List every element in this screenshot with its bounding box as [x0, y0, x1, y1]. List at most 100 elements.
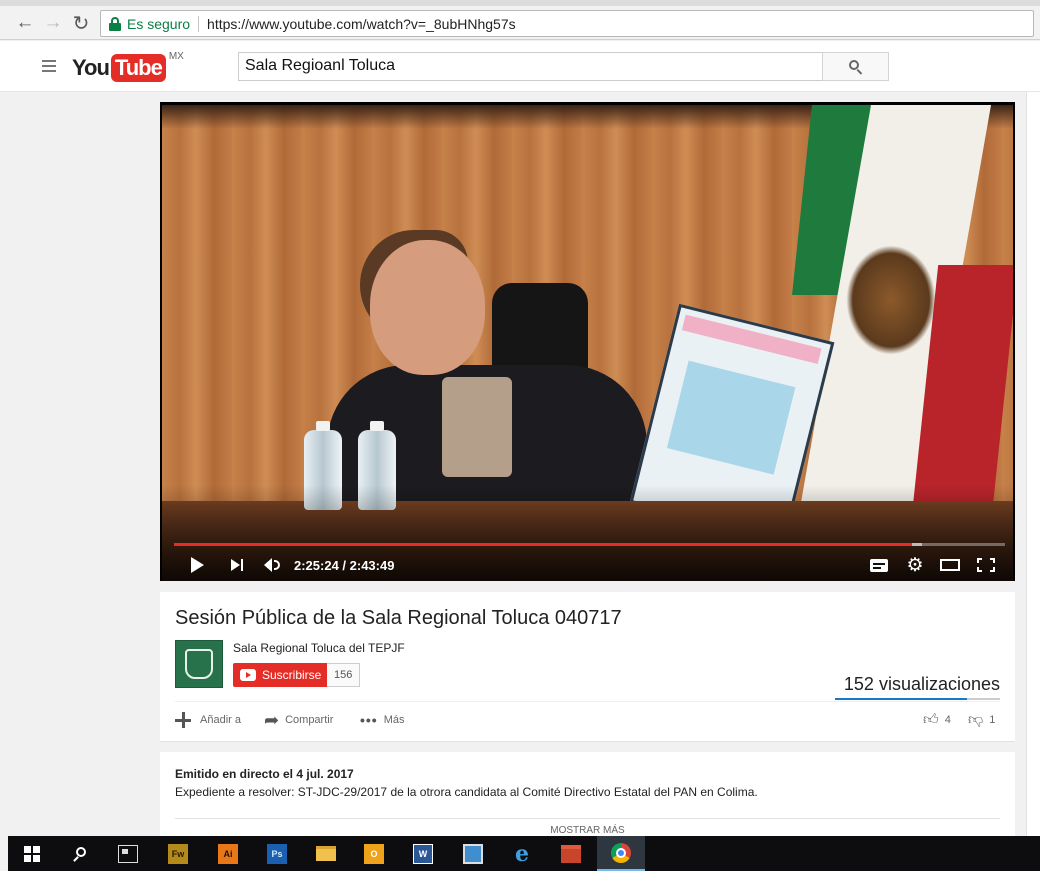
- menu-icon[interactable]: [42, 60, 56, 72]
- progress-bar[interactable]: [174, 543, 1005, 546]
- logo-you-text: You: [72, 55, 110, 80]
- outlook-app[interactable]: O: [350, 836, 398, 871]
- fireworks-app[interactable]: Fw: [154, 836, 202, 871]
- fullscreen-button[interactable]: [974, 553, 998, 577]
- video-player[interactable]: 2:25:24 / 2:43:49 ⚙: [160, 102, 1015, 581]
- browser-toolbar: ← → ↻ Es seguro https://www.youtube.com/…: [0, 6, 1040, 40]
- sentiment-likes: [835, 698, 967, 700]
- search-button[interactable]: [822, 52, 889, 81]
- share-arrow-icon: ➦: [264, 709, 280, 730]
- next-icon: [231, 559, 240, 571]
- volume-button[interactable]: [262, 553, 284, 577]
- windows-logo-icon: [24, 845, 40, 862]
- add-to-button[interactable]: Añadir a: [175, 710, 241, 730]
- dislike-button[interactable]: 👎︎ 1: [968, 710, 995, 730]
- search-input[interactable]: Sala Regioanl Toluca: [238, 52, 823, 81]
- mexican-flag-image: [774, 105, 1013, 535]
- play-button[interactable]: [186, 553, 208, 577]
- video-info-card: Sesión Pública de la Sala Regional Toluc…: [160, 592, 1015, 742]
- subscriber-count: 156: [327, 663, 361, 687]
- info-divider: [175, 701, 1000, 702]
- youtube-logo[interactable]: You Tube MX: [72, 51, 184, 83]
- theater-icon: [940, 559, 960, 571]
- thumbs-up-icon: 👍︎: [923, 711, 939, 728]
- share-label: Compartir: [285, 714, 334, 726]
- subscribe-button[interactable]: Suscribirse: [233, 663, 329, 687]
- back-arrow-icon[interactable]: ←: [12, 10, 38, 36]
- settings-button[interactable]: ⚙: [904, 553, 926, 577]
- youtube-header: You Tube MX Sala Regioanl Toluca: [0, 41, 1040, 92]
- photoshop-icon: Ps: [267, 843, 287, 864]
- speaker-face-image: [370, 240, 485, 375]
- file-explorer-app[interactable]: [302, 836, 350, 871]
- like-button[interactable]: 👍︎ 4: [923, 710, 951, 730]
- subscribe-label: Suscribirse: [262, 668, 322, 682]
- play-icon: [190, 557, 204, 573]
- start-button[interactable]: [8, 836, 56, 871]
- task-view-icon: [118, 844, 138, 863]
- gear-icon: ⚙: [906, 554, 924, 576]
- view-count: 152 visualizaciones: [843, 674, 1000, 694]
- lock-icon: [109, 16, 121, 31]
- more-dots-icon: •••: [360, 712, 378, 728]
- secure-label: Es seguro: [127, 15, 191, 32]
- add-to-label: Añadir a: [200, 714, 241, 726]
- folder-icon: [316, 846, 336, 861]
- search-icon: [848, 59, 863, 75]
- internet-explorer-app[interactable]: e: [498, 836, 546, 871]
- forward-arrow-icon[interactable]: →: [40, 10, 66, 36]
- fullscreen-icon: [977, 558, 995, 572]
- fireworks-icon: Fw: [168, 843, 188, 864]
- gift-box-icon: [561, 844, 581, 863]
- subtitles-button[interactable]: [868, 553, 890, 577]
- illustrator-icon: Ai: [218, 843, 238, 864]
- channel-name[interactable]: Sala Regional Toluca del TEPJF: [233, 641, 405, 655]
- search-icon: [73, 846, 87, 862]
- more-button[interactable]: ••• Más: [360, 710, 405, 730]
- tepjf-logo-icon: [185, 649, 213, 679]
- description-card: Emitido en directo el 4 jul. 2017 Expedi…: [160, 752, 1015, 836]
- country-code: MX: [168, 51, 184, 62]
- thumbs-down-icon: 👎︎: [968, 711, 984, 728]
- video-title: Sesión Pública de la Sala Regional Toluc…: [175, 607, 622, 629]
- windows-taskbar: Fw Ai Ps O W e: [8, 836, 1040, 871]
- youtube-play-icon: [240, 669, 256, 681]
- chrome-icon: [611, 842, 631, 863]
- sentiment-bar: [835, 698, 1000, 700]
- theater-mode-button[interactable]: [938, 553, 962, 577]
- address-separator: [198, 15, 200, 32]
- share-button[interactable]: ➦ Compartir: [264, 710, 333, 730]
- description-divider: [175, 818, 1000, 819]
- next-button[interactable]: [226, 553, 248, 577]
- scarf-image: [442, 377, 512, 477]
- show-more-button[interactable]: MOSTRAR MÁS: [160, 825, 1015, 836]
- task-view-button[interactable]: [104, 836, 152, 871]
- chrome-app[interactable]: [597, 836, 645, 871]
- store-app[interactable]: [547, 836, 595, 871]
- description-text: Expediente a resolver: ST-JDC-29/2017 de…: [175, 785, 758, 799]
- taskbar-search-button[interactable]: [56, 836, 104, 871]
- time-display: 2:25:24 / 2:43:49: [294, 558, 395, 573]
- plus-icon: [175, 712, 191, 728]
- channel-avatar[interactable]: [175, 640, 223, 688]
- photoshop-app[interactable]: Ps: [253, 836, 301, 871]
- dislike-count: 1: [989, 714, 996, 726]
- url-text[interactable]: https://www.youtube.com/watch?v=_8ubHNhg…: [207, 16, 516, 32]
- word-app[interactable]: W: [399, 836, 447, 871]
- word-icon: W: [413, 843, 433, 864]
- outlook-icon: O: [364, 843, 384, 864]
- illustrator-app[interactable]: Ai: [204, 836, 252, 871]
- like-count: 4: [944, 714, 951, 726]
- logo-tube-text: Tube: [110, 54, 166, 82]
- publish-date: Emitido en directo el 4 jul. 2017: [175, 767, 354, 781]
- address-bar[interactable]: Es seguro https://www.youtube.com/watch?…: [100, 10, 1034, 37]
- internet-explorer-icon: e: [515, 840, 529, 867]
- subtitles-icon: [870, 558, 888, 572]
- reload-icon[interactable]: ↻: [68, 10, 94, 36]
- video-frame[interactable]: 2:25:24 / 2:43:49 ⚙: [162, 105, 1013, 581]
- photos-icon: [463, 843, 483, 864]
- photos-app[interactable]: [449, 836, 497, 871]
- right-sidebar-edge: [1026, 92, 1040, 836]
- more-label: Más: [383, 714, 405, 726]
- progress-played: [174, 543, 912, 546]
